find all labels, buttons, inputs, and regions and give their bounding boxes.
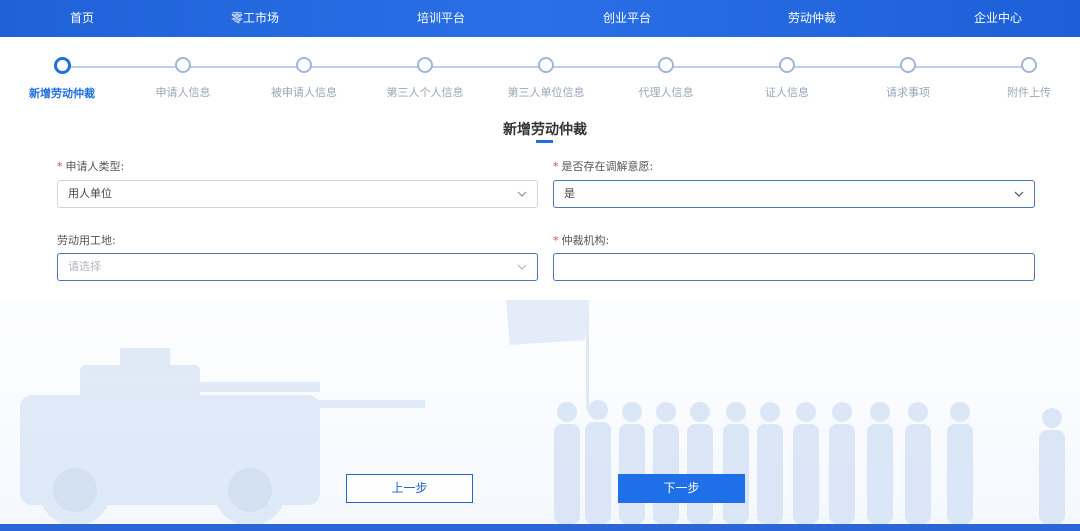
step-attachments[interactable]: 附件上传 [969,57,1080,100]
step-witness-info[interactable]: 证人信息 [727,57,847,100]
background-illustration [0,300,1080,531]
work-location-select[interactable]: 请选择 [57,253,538,281]
applicant-type-label: * 申请人类型: [57,160,125,173]
step-third-party-unit[interactable]: 第三人单位信息 [486,57,606,100]
next-step-button[interactable]: 下一步 [618,474,745,503]
top-navigation: 首页 零工市场 培训平台 创业平台 劳动仲裁 企业中心 [0,0,1080,37]
required-mark: * [553,234,559,247]
arbitration-body-label: * 仲裁机构: [553,234,610,247]
nav-entrepreneurship[interactable]: 创业平台 [567,0,687,37]
step-respondent-info[interactable]: 被申请人信息 [244,57,364,100]
step-dot [1021,57,1037,73]
applicant-type-select[interactable]: 用人单位 [57,180,538,208]
nav-training[interactable]: 培训平台 [381,0,501,37]
step-dot [658,57,674,73]
step-dot [417,57,433,73]
step-dot [900,57,916,73]
form-title: 新增劳动仲裁 [503,122,587,138]
prev-step-button[interactable]: 上一步 [346,474,473,503]
step-applicant-info[interactable]: 申请人信息 [123,57,243,100]
title-underline [536,140,553,143]
step-dot [779,57,795,73]
step-dot [538,57,554,73]
work-location-placeholder: 请选择 [68,260,101,273]
step-label: 新增劳动仲裁 [29,87,95,100]
work-location-label: 劳动用工地: [57,234,116,247]
nav-gig-market[interactable]: 零工市场 [195,0,315,37]
step-label: 申请人信息 [155,86,211,99]
step-label: 证人信息 [765,86,809,99]
step-dot [175,57,191,73]
mediation-intent-select[interactable]: 是 [553,180,1035,208]
step-third-party-person[interactable]: 第三人个人信息 [365,57,485,100]
mediation-intent-value: 是 [564,187,575,200]
step-dot [296,57,312,73]
nav-home[interactable]: 首页 [22,0,142,37]
step-new-arbitration[interactable]: 新增劳动仲裁 [2,57,122,101]
step-agent-info[interactable]: 代理人信息 [606,57,726,100]
step-dot [53,57,71,74]
footer-bar [0,524,1080,531]
chevron-down-icon [1014,191,1024,197]
arbitration-body-input[interactable] [553,253,1035,281]
required-mark: * [553,160,559,173]
step-label: 第三人单位信息 [507,86,585,99]
step-label: 请求事项 [886,86,930,99]
step-claims[interactable]: 请求事项 [848,57,968,100]
mediation-intent-label: * 是否存在调解意愿: [553,160,654,173]
step-label: 被申请人信息 [271,86,337,99]
chevron-down-icon [517,191,527,197]
nav-enterprise-center[interactable]: 企业中心 [938,0,1058,37]
chevron-down-icon [517,264,527,270]
step-label: 代理人信息 [638,86,694,99]
required-mark: * [57,160,63,173]
nav-labor-arbitration[interactable]: 劳动仲裁 [752,0,872,37]
step-label: 附件上传 [1007,86,1051,99]
applicant-type-value: 用人单位 [68,187,112,200]
step-label: 第三人个人信息 [386,86,464,99]
